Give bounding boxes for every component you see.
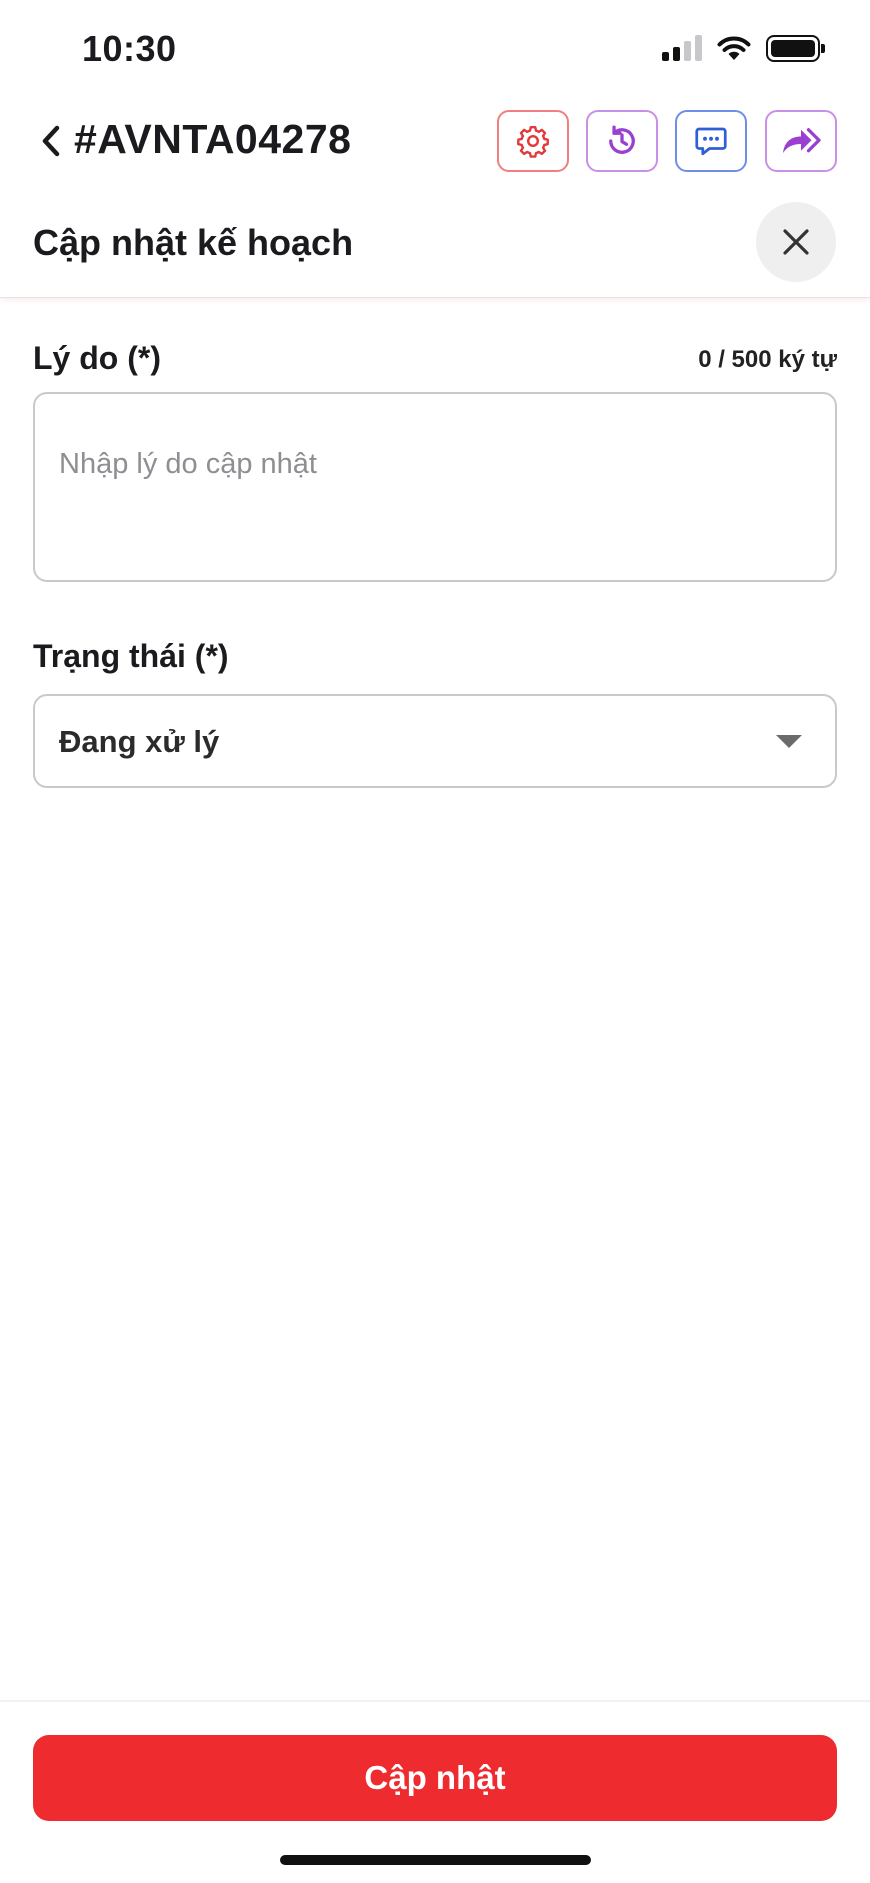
gear-icon <box>517 126 549 158</box>
chat-icon <box>695 127 727 156</box>
home-indicator <box>280 1855 591 1865</box>
status-selected-value: Đang xử lý <box>59 724 220 759</box>
history-button[interactable] <box>586 110 658 172</box>
dropdown-caret-icon <box>776 735 802 748</box>
sheet-title: Cập nhật kế hoạch <box>33 222 354 263</box>
battery-icon <box>766 34 825 62</box>
history-icon <box>609 125 635 154</box>
status-icons <box>662 34 825 62</box>
bottom-divider <box>0 1700 870 1702</box>
top-nav: #AVNTA04278 <box>0 100 870 190</box>
sheet-header: Cập nhật kế hoạch <box>0 200 870 298</box>
settings-button[interactable] <box>497 110 569 172</box>
status-time: 10:30 <box>82 28 177 69</box>
back-button[interactable] <box>28 118 74 164</box>
reason-label: Lý do (*) <box>33 340 161 376</box>
submit-button[interactable]: Cập nhật <box>33 1735 837 1821</box>
forward-button[interactable] <box>765 110 837 172</box>
char-counter: 0 / 500 ký tự <box>698 346 837 373</box>
close-button[interactable] <box>756 202 836 282</box>
forward-icon <box>783 128 821 153</box>
wifi-icon <box>717 36 751 60</box>
ticket-id: #AVNTA04278 <box>74 116 352 162</box>
status-select[interactable]: Đang xử lý <box>33 694 837 788</box>
reason-input[interactable] <box>33 392 837 582</box>
status-label: Trạng thái (*) <box>33 638 229 674</box>
chat-button[interactable] <box>675 110 747 172</box>
chevron-left-icon <box>42 125 60 157</box>
close-icon <box>783 229 809 255</box>
status-bar: 10:30 <box>0 0 870 100</box>
signal-icon <box>662 35 702 61</box>
